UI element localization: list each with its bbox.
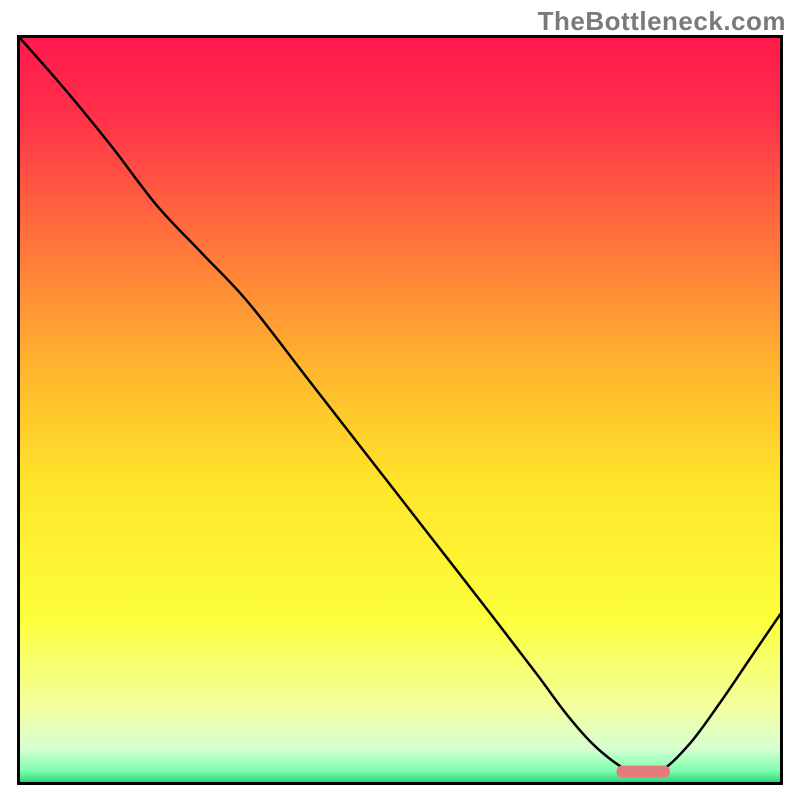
chart-background (20, 38, 780, 782)
chart-plot (20, 38, 780, 782)
optimal-marker (617, 766, 670, 778)
watermark-text: TheBottleneck.com (538, 6, 786, 37)
chart-container: TheBottleneck.com (0, 0, 800, 800)
